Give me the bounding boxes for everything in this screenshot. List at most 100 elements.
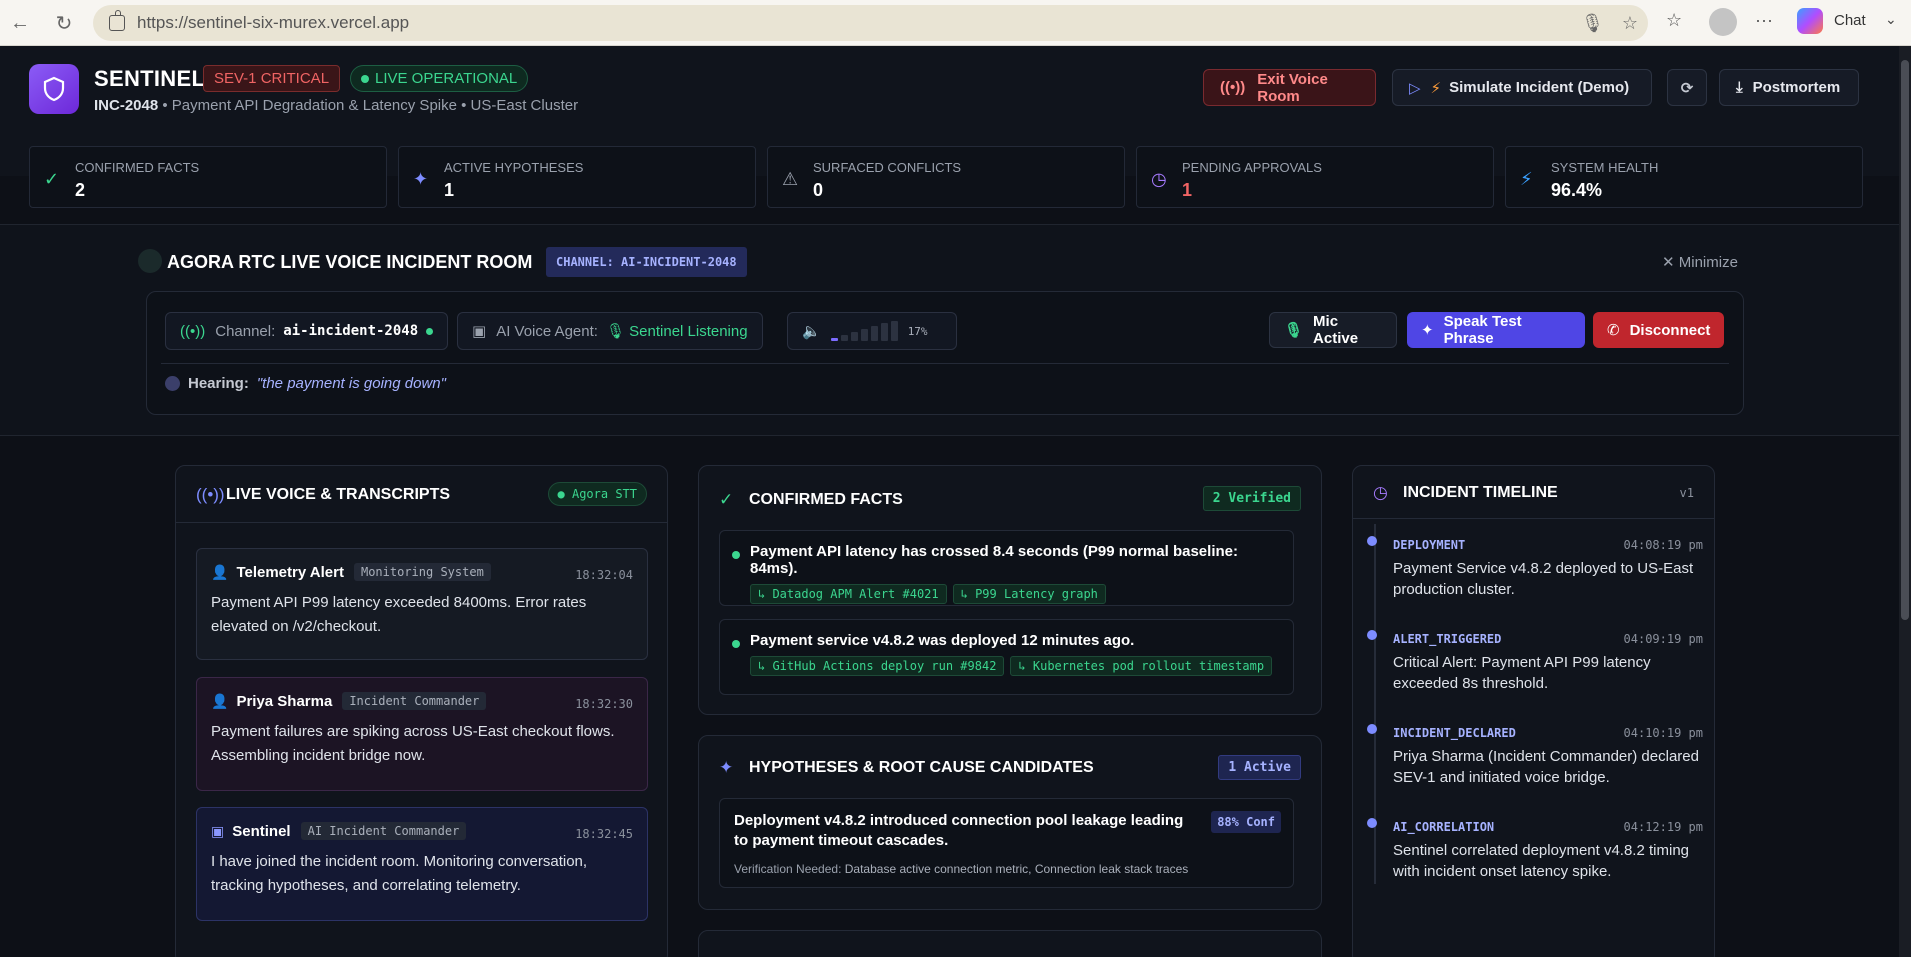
header: SENTINEL SEV-1 CRITICAL LIVE OPERATIONAL… bbox=[0, 46, 1899, 208]
stat-label: Active Hypotheses bbox=[444, 160, 584, 175]
severity-badge: SEV-1 CRITICAL bbox=[203, 65, 341, 92]
stat-confirmed-facts: ✓ Confirmed Facts 2 bbox=[29, 146, 387, 208]
back-icon[interactable]: ← bbox=[6, 9, 34, 37]
download-icon: ⤓ bbox=[1736, 79, 1743, 96]
active-badge: 1 Active bbox=[1218, 755, 1301, 780]
bot-icon: ▣ bbox=[472, 323, 487, 340]
timeline-dot bbox=[1367, 724, 1377, 734]
agent-status-text: Sentinel Listening bbox=[629, 323, 748, 340]
chat-label[interactable]: Chat bbox=[1834, 12, 1866, 29]
hypothesis-item[interactable]: Deployment v4.8.2 introduced connection … bbox=[719, 798, 1294, 888]
stt-badge: ● Agora STT bbox=[547, 482, 647, 506]
mic-label: Mic Active bbox=[1313, 313, 1359, 347]
favorites-icon[interactable]: ☆ bbox=[1666, 10, 1682, 31]
confirmed-facts-card: ✓ CONFIRMED FACTS 2 Verified Payment API… bbox=[698, 465, 1322, 715]
hypothesis-text: Deployment v4.8.2 introduced connection … bbox=[734, 812, 1184, 850]
facts-title: CONFIRMED FACTS bbox=[749, 491, 903, 508]
more-icon[interactable]: ··· bbox=[1755, 10, 1773, 31]
evidence-tag[interactable]: ↳ Kubernetes pod rollout timestamp bbox=[1010, 656, 1273, 676]
channel-label: Channel: bbox=[215, 322, 276, 340]
speak-test-phrase-button[interactable]: ✦ Speak Test Phrase bbox=[1407, 312, 1585, 348]
reload-icon[interactable]: ↻ bbox=[50, 9, 78, 37]
sparkle-icon: ✦ bbox=[413, 169, 429, 189]
event-time: 04:12:19 pm bbox=[1623, 820, 1703, 834]
simulate-incident-button[interactable]: ▷ ⚡ Simulate Incident (Demo) bbox=[1392, 69, 1652, 106]
hearing-text: "the payment is going down" bbox=[256, 375, 446, 392]
transcript-message: Payment API P99 latency exceeded 8400ms.… bbox=[211, 594, 587, 635]
incident-id: INC-2048 bbox=[94, 97, 159, 114]
event-time: 04:08:19 pm bbox=[1623, 538, 1703, 552]
divider bbox=[161, 363, 1729, 364]
event-description: Sentinel correlated deployment v4.8.2 ti… bbox=[1393, 842, 1690, 880]
fact-text: Payment service v4.8.2 was deployed 12 m… bbox=[750, 632, 1135, 649]
brand-title: SENTINEL bbox=[94, 66, 206, 91]
chevron-down-icon[interactable]: ⌄ bbox=[1885, 11, 1897, 28]
stat-pending-approvals: ◷ Pending Approvals 1 bbox=[1136, 146, 1494, 208]
refresh-button[interactable]: ⟳ bbox=[1667, 69, 1707, 106]
phone-off-icon: ✆ bbox=[1607, 322, 1620, 339]
stt-badge-text: Agora STT bbox=[571, 487, 637, 501]
signal-icon: ((•)) bbox=[180, 322, 206, 340]
microphone-icon[interactable]: 🎙 bbox=[1581, 13, 1604, 34]
check-circle-icon: ✓ bbox=[719, 490, 734, 509]
timeline-dot bbox=[1367, 536, 1377, 546]
disconnect-button[interactable]: ✆ Disconnect bbox=[1593, 312, 1724, 348]
voice-status-dot bbox=[138, 249, 162, 273]
broadcast-icon: ((•)) bbox=[1220, 79, 1246, 96]
ai-agent-chip: ▣ AI Voice Agent: 🎙 Sentinel Listening bbox=[457, 312, 763, 350]
profile-avatar[interactable] bbox=[1709, 8, 1737, 36]
stat-system-health: ⚡ System Health 96.4% bbox=[1505, 146, 1863, 208]
confidence-badge: 88% Conf bbox=[1211, 811, 1281, 833]
site-info-icon[interactable] bbox=[109, 10, 125, 31]
transcript-time: 18:32:04 bbox=[575, 568, 633, 582]
event-type: ALERT_TRIGGERED bbox=[1393, 632, 1502, 646]
user-icon: 👤 bbox=[211, 563, 229, 580]
transcripts-card: ((•)) LIVE VOICE & TRANSCRIPTS ● Agora S… bbox=[175, 465, 668, 957]
hypotheses-title: HYPOTHESES & ROOT CAUSE CANDIDATES bbox=[749, 759, 1094, 776]
copilot-icon[interactable] bbox=[1797, 8, 1823, 34]
verify-text: Database active connection metric, Conne… bbox=[844, 861, 1189, 876]
speaker-name: Priya Sharma bbox=[236, 692, 333, 710]
microphone-icon: 🎙 bbox=[1284, 322, 1304, 339]
voice-room-title: AGORA RTC LIVE VOICE INCIDENT ROOM bbox=[167, 252, 533, 272]
stat-label: Surfaced Conflicts bbox=[813, 160, 962, 175]
broadcast-icon: ((•)) bbox=[196, 485, 225, 504]
mic-active-button[interactable]: 🎙 Mic Active bbox=[1269, 312, 1397, 348]
user-icon: 👤 bbox=[211, 692, 229, 709]
transcript-item: ▣ Sentinel AI Incident Commander 18:32:45 … bbox=[196, 807, 648, 921]
evidence-tag[interactable]: ↳ P99 Latency graph bbox=[952, 584, 1106, 604]
timeline-rail bbox=[1374, 524, 1376, 884]
scrollbar-thumb[interactable] bbox=[1901, 60, 1909, 620]
fact-dot bbox=[732, 640, 740, 648]
stat-value: 2 bbox=[75, 180, 86, 200]
hearing-readout: Hearing: "the payment is going down" bbox=[165, 375, 446, 392]
transcripts-title: LIVE VOICE & TRANSCRIPTS bbox=[226, 486, 451, 503]
live-dot bbox=[361, 74, 369, 83]
postmortem-button[interactable]: ⤓ Postmortem bbox=[1719, 69, 1859, 106]
live-status-badge: LIVE OPERATIONAL bbox=[350, 65, 529, 92]
exit-voice-room-button[interactable]: ((•)) Exit Voice Room bbox=[1203, 69, 1376, 106]
evidence-tag[interactable]: ↳ Datadog APM Alert #4021 bbox=[750, 584, 947, 604]
page-scrollbar[interactable] bbox=[1899, 46, 1911, 957]
voice-room-panel: ((•)) Channel: ai-incident-2048 ▣ AI Voi… bbox=[146, 291, 1744, 415]
timeline-card: ◷ INCIDENT TIMELINE v1 DEPLOYMENT 04:08:… bbox=[1352, 465, 1715, 957]
fact-item[interactable]: Payment service v4.8.2 was deployed 12 m… bbox=[719, 619, 1294, 695]
check-circle-icon: ✓ bbox=[44, 169, 60, 189]
transcript-time: 18:32:30 bbox=[575, 697, 633, 711]
browser-toolbar: ← ↻ https://sentinel-six-murex.vercel.ap… bbox=[0, 0, 1911, 46]
evidence-tag[interactable]: ↳ GitHub Actions deploy run #9842 bbox=[750, 656, 1005, 676]
clock-icon: ◷ bbox=[1151, 169, 1167, 189]
fact-item[interactable]: Payment API latency has crossed 8.4 seco… bbox=[719, 530, 1294, 606]
channel-chip: ((•)) Channel: ai-incident-2048 bbox=[165, 312, 449, 350]
postmortem-label: Postmortem bbox=[1752, 79, 1841, 96]
favorite-star-icon[interactable]: ☆ bbox=[1622, 13, 1638, 34]
minimize-button[interactable]: ✕ Minimize bbox=[1662, 253, 1738, 271]
incident-description: • Payment API Degradation & Latency Spik… bbox=[158, 97, 579, 114]
speak-label: Speak Test Phrase bbox=[1443, 313, 1522, 347]
verify-label: Verification Needed: bbox=[734, 861, 842, 876]
url-text: https://sentinel-six-murex.vercel.app bbox=[137, 13, 410, 32]
timeline-title: INCIDENT TIMELINE bbox=[1403, 484, 1558, 501]
address-bar[interactable]: https://sentinel-six-murex.vercel.app 🎙 … bbox=[93, 5, 1648, 41]
transcript-item: 👤 Telemetry Alert Monitoring System 18:32:… bbox=[196, 548, 648, 660]
stat-value: 1 bbox=[444, 180, 455, 200]
